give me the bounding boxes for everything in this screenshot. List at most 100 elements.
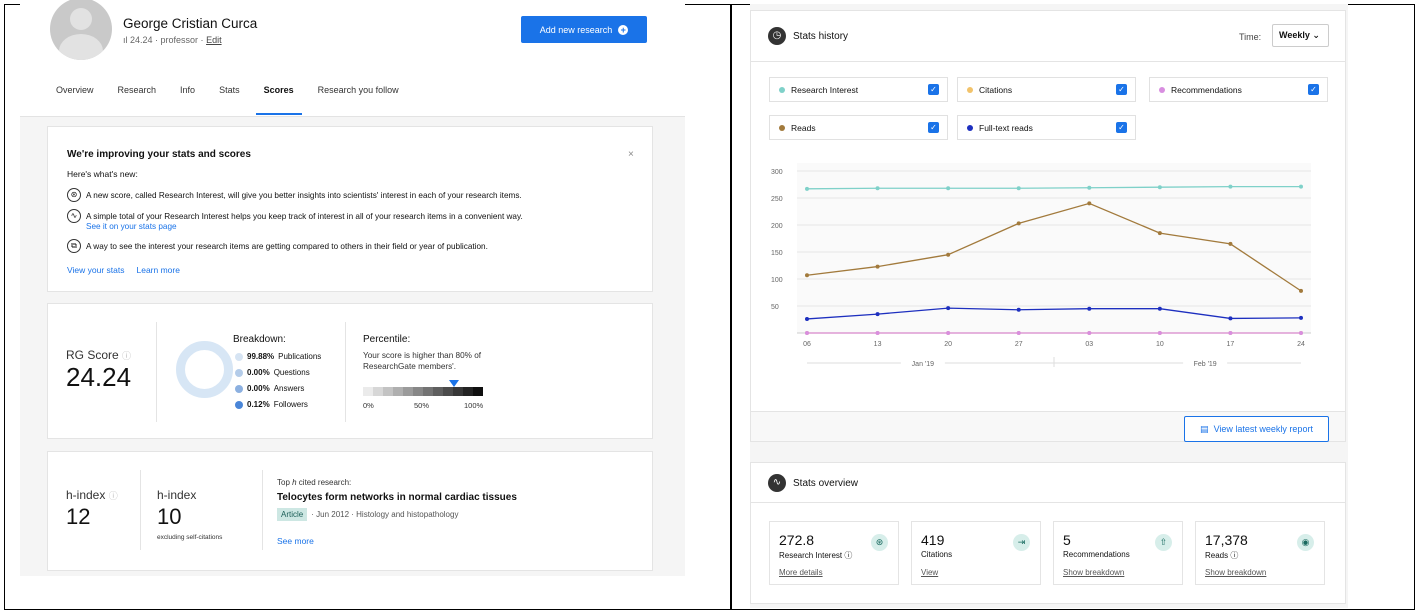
percentile-segment bbox=[403, 387, 413, 396]
plus-circle-icon: + bbox=[618, 24, 629, 35]
data-point bbox=[1157, 231, 1162, 236]
data-point bbox=[946, 186, 951, 191]
activity-icon: ∿ bbox=[67, 209, 81, 223]
breakdown-label: Followers bbox=[273, 400, 308, 409]
tab-research[interactable]: Research bbox=[106, 85, 169, 115]
paper-title[interactable]: Telocytes form networks in normal cardia… bbox=[277, 492, 517, 503]
list-item: ⧉ A way to see the interest your researc… bbox=[67, 239, 642, 253]
view-stats-link[interactable]: View your stats bbox=[67, 265, 124, 275]
show-breakdown-link[interactable]: Show breakdown bbox=[1063, 568, 1124, 577]
stats-history-header: ◷ Stats history Time: Weekly ⌄ bbox=[751, 11, 1345, 62]
avatar[interactable] bbox=[50, 0, 112, 60]
x-tick-label: 24 bbox=[1297, 341, 1305, 348]
breakdown-item: 0.12% Followers bbox=[235, 400, 308, 409]
stat-label: Recommendations bbox=[1063, 550, 1130, 559]
stat-value: 5 bbox=[1063, 532, 1071, 548]
breakdown-label: Publications bbox=[278, 352, 322, 361]
more-details-link[interactable]: More details bbox=[779, 568, 823, 577]
tab-stats[interactable]: Stats bbox=[207, 85, 252, 115]
data-point bbox=[805, 331, 809, 335]
percentile-segment bbox=[443, 387, 453, 396]
breakdown-pct: 0.00% bbox=[247, 384, 270, 393]
percentile-marker bbox=[449, 380, 459, 387]
legend-dot bbox=[235, 384, 243, 393]
rg-score-label: RG Score bbox=[66, 348, 119, 362]
stat-tile-reads: 17,378 Reads ⓘ Show breakdown ◉ bbox=[1195, 521, 1325, 585]
time-select[interactable]: Weekly ⌄ bbox=[1272, 24, 1329, 47]
checkbox-checked-icon[interactable]: ✓ bbox=[1308, 84, 1319, 95]
tab-overview[interactable]: Overview bbox=[56, 85, 106, 115]
data-point bbox=[1016, 186, 1021, 191]
breakdown-item: 0.00% Questions bbox=[235, 368, 310, 377]
list-item: ⊛ A new score, called Research Interest,… bbox=[67, 188, 642, 202]
top-cited-title: Top h cited research: bbox=[277, 478, 351, 487]
stats-page-link[interactable]: See it on your stats page bbox=[86, 222, 523, 232]
data-point bbox=[1087, 306, 1092, 311]
y-tick-label: 250 bbox=[771, 196, 783, 203]
data-point bbox=[1016, 307, 1021, 312]
profile-header: George Cristian Curca ıl 24.24 · profess… bbox=[20, 0, 685, 117]
data-point bbox=[1228, 331, 1233, 335]
learn-more-link[interactable]: Learn more bbox=[136, 265, 179, 275]
top-cited-pre: Top bbox=[277, 478, 293, 487]
view-citations-link[interactable]: View bbox=[921, 568, 938, 577]
data-point bbox=[1157, 185, 1162, 190]
stats-history-chart: 50 100 150 200 250 300 06 13 20 27 03 10 17 24 Jan '19… bbox=[771, 163, 1311, 368]
legend-item-research-interest[interactable]: Research Interest ✓ bbox=[769, 77, 948, 102]
info-icon[interactable]: ⓘ bbox=[122, 351, 131, 361]
checkbox-checked-icon[interactable]: ✓ bbox=[928, 84, 939, 95]
checkbox-checked-icon[interactable]: ✓ bbox=[928, 122, 939, 133]
breakdown-pct: 0.00% bbox=[247, 368, 270, 377]
tab-info[interactable]: Info bbox=[168, 85, 207, 115]
see-more-link[interactable]: See more bbox=[277, 536, 314, 546]
percentile-segment bbox=[373, 387, 383, 396]
data-point bbox=[1087, 201, 1092, 206]
data-point bbox=[1157, 331, 1162, 335]
data-point bbox=[1228, 184, 1233, 189]
edit-link[interactable]: Edit bbox=[206, 35, 222, 45]
tick-label: 0% bbox=[363, 401, 374, 410]
legend-label: Full-text reads bbox=[979, 123, 1033, 133]
x-tick-label: 06 bbox=[803, 341, 811, 348]
tab-scores[interactable]: Scores bbox=[252, 85, 306, 115]
data-point bbox=[1299, 315, 1303, 320]
breakdown-donut bbox=[176, 341, 233, 398]
legend-item-full-text-reads[interactable]: Full-text reads ✓ bbox=[957, 115, 1136, 140]
checkbox-checked-icon[interactable]: ✓ bbox=[1116, 122, 1127, 133]
stats-page: ◷ Stats history Time: Weekly ⌄ Research … bbox=[750, 4, 1348, 608]
rg-score-value: 24.24 bbox=[66, 362, 132, 392]
calendar-icon: ▤ bbox=[1200, 423, 1209, 434]
heres-whats-new: Here's what's new: bbox=[67, 169, 138, 179]
stats-overview-header: ∿ Stats overview bbox=[751, 463, 1345, 503]
percentile-segment bbox=[423, 387, 433, 396]
data-point bbox=[875, 331, 880, 335]
legend-item-recommendations[interactable]: Recommendations ✓ bbox=[1149, 77, 1328, 102]
checkbox-checked-icon[interactable]: ✓ bbox=[1116, 84, 1127, 95]
show-breakdown-link[interactable]: Show breakdown bbox=[1205, 568, 1266, 577]
chevron-down-icon: ⌄ bbox=[1312, 30, 1320, 40]
percentile-bar bbox=[363, 387, 483, 396]
legend-item-citations[interactable]: Citations ✓ bbox=[957, 77, 1136, 102]
research-interest-icon: ⊛ bbox=[67, 188, 81, 202]
h-index-value: 12 bbox=[66, 504, 91, 529]
percentile-segment bbox=[453, 387, 463, 396]
h-index-card: h-index ⓘ 12 h-index 10 excluding self-c… bbox=[47, 451, 653, 571]
breakdown-label: Answers bbox=[273, 384, 305, 393]
stats-overview-card: ∿ Stats overview 272.8 Research Interest… bbox=[750, 462, 1346, 604]
percentile-segment bbox=[413, 387, 423, 396]
y-tick-label: 300 bbox=[771, 169, 783, 176]
data-point bbox=[1016, 221, 1021, 226]
percentile-segment bbox=[473, 387, 483, 396]
close-icon[interactable]: × bbox=[628, 149, 634, 160]
breakdown-item: 99.88% Publications bbox=[235, 352, 321, 361]
percentile-segment bbox=[393, 387, 403, 396]
h-index-excl-label: h-index bbox=[157, 488, 197, 502]
legend-item-reads[interactable]: Reads ✓ bbox=[769, 115, 948, 140]
rg-score-label-wrap: RG Score ⓘ bbox=[66, 348, 131, 362]
add-new-research-button[interactable]: Add new research + bbox=[521, 16, 647, 43]
view-weekly-report-button[interactable]: ▤ View latest weekly report bbox=[1184, 416, 1329, 442]
info-icon[interactable]: ⓘ bbox=[109, 491, 118, 501]
stat-label: Citations bbox=[921, 550, 953, 559]
tab-research-you-follow[interactable]: Research you follow bbox=[306, 85, 411, 115]
stat-value: 17,378 bbox=[1205, 532, 1248, 548]
